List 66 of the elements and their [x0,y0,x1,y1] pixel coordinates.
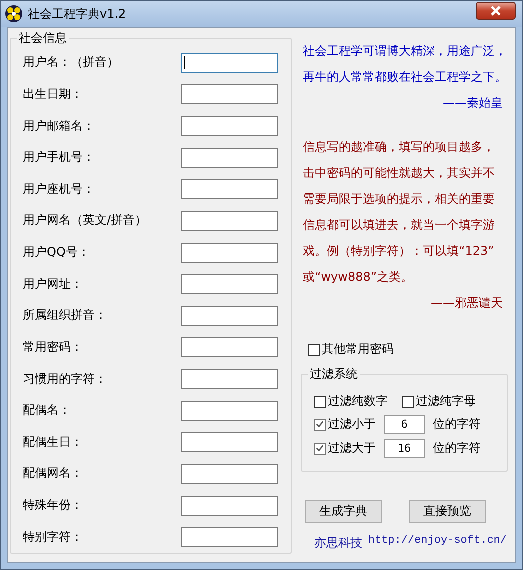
input-field[interactable] [181,84,278,104]
checkbox[interactable] [314,418,326,430]
field-label: 用户QQ号： [23,244,91,262]
quote-text: 信息写的越准确，填写的项目越多， [303,139,496,156]
input-field[interactable] [181,527,278,548]
quote-text: 戏。例（特别字符）：可以填“123” [303,243,496,260]
field-label: 习惯用的字符： [23,370,108,388]
quote-author: ——邪恶谴天 [431,295,504,312]
checkbox-label: 其他常用密码 [322,341,394,358]
quote-text: 击中密码的可能性就越大，其实并不 [303,165,496,182]
quote-text: 信息都可以填进去，就当一个填字游 [303,217,496,234]
input-field[interactable] [181,52,278,73]
number-field[interactable]: 6 [384,415,425,434]
app-icon [5,5,23,23]
input-field[interactable] [181,210,278,231]
field-label: 配偶名： [23,402,72,420]
input-field[interactable] [181,148,278,168]
field-label: 用户网名（英文/拼音） [23,212,148,230]
field-label: 常用密码： [23,338,84,356]
quote-text: 社会工程学可谓博大精深，用途广泛， [303,43,508,60]
checkbox-label: 过滤纯字母 [416,393,476,410]
window-title: 社会工程字典v1.2 [28,6,128,22]
field-label: 配偶网名： [23,465,84,482]
field-label: 用户网址： [23,276,84,293]
unit-label: 位的字符 [433,416,481,433]
input-field[interactable] [181,242,278,263]
input-field[interactable] [181,464,278,484]
field-label: 用户邮箱名： [23,118,96,135]
quote-text: 需要局限于选项的提示，相关的重要 [303,191,496,208]
quote-text: 或“wyw888”之类。 [303,269,414,286]
checkbox-label: 过滤纯数字 [328,393,388,410]
input-field[interactable] [181,496,278,516]
input-field[interactable] [181,306,278,326]
input-field[interactable] [181,369,278,390]
input-field[interactable] [181,116,278,136]
quote-text: 再牛的人常常都败在社会工程学之下。 [303,69,508,86]
checkbox-label: 过滤大于 [328,440,376,457]
checkbox[interactable] [314,396,326,408]
text-cursor [184,56,185,70]
checkbox-label: 过滤小于 [328,416,376,433]
checkbox[interactable] [402,396,414,408]
quote-author: ——秦始皇 [443,95,504,112]
number-field[interactable]: 16 [384,439,425,458]
input-field[interactable] [181,432,278,452]
field-label: 特别字符： [23,528,84,546]
group-title: 社会信息 [17,30,69,47]
field-label: 用户名：（拼音） [23,54,120,72]
field-label: 出生日期： [23,86,84,103]
field-label: 用户手机号： [23,149,96,166]
action-button[interactable]: 直接预览 [409,500,486,523]
company-name: 亦思科技 [314,535,362,552]
website-link[interactable]: http://enjoy-soft.cn/ [368,535,507,552]
close-icon [490,6,502,16]
checkbox[interactable] [314,442,326,454]
input-field[interactable] [181,400,278,421]
unit-label: 位的字符 [433,440,481,457]
checkbox[interactable] [308,344,320,356]
action-button[interactable]: 生成字典 [305,500,382,523]
field-label: 配偶生日： [23,434,84,451]
input-field[interactable] [181,274,278,294]
close-button[interactable] [476,2,516,20]
input-field[interactable] [181,179,278,200]
field-label: 特殊年份： [23,497,84,514]
field-label: 用户座机号： [23,180,96,198]
input-field[interactable] [181,337,278,358]
field-label: 所属组织拼音： [23,307,108,324]
